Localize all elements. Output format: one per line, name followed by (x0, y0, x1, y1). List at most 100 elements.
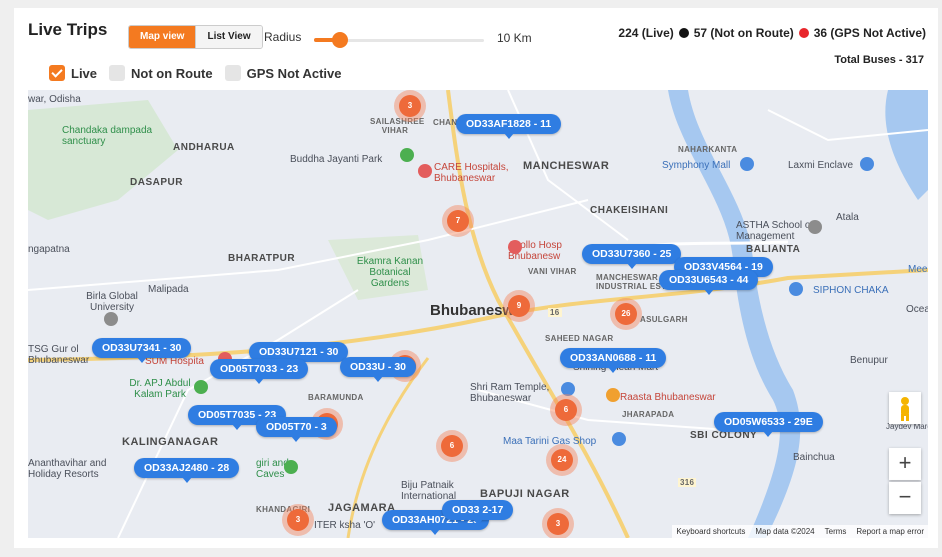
bus-marker[interactable]: OD33AJ2480 - 28 (134, 458, 240, 483)
not-on-route-dot-icon (678, 28, 689, 38)
filter-not-on-route-label: Not on Route (131, 65, 213, 81)
place-label: ASULGARH (640, 315, 688, 324)
live-count: 224 (Live) (618, 26, 674, 40)
bus-marker[interactable]: OD05T70 - 3 (256, 417, 337, 442)
place-label: BALIANTA (746, 244, 801, 255)
place-label: Mee (908, 264, 928, 275)
place-label: war, Odisha (28, 94, 81, 105)
cluster-count: 24 (551, 449, 573, 471)
bus-cluster[interactable]: 24 (546, 444, 578, 476)
bus-cluster[interactable]: 6 (550, 394, 582, 426)
map-view-button[interactable]: Map view (129, 26, 196, 48)
filter-gps-not-active-label: GPS Not Active (246, 65, 342, 81)
place-label: Bainchua (793, 452, 835, 463)
school-pin-icon[interactable] (808, 220, 822, 234)
place-label: VANI VIHAR (528, 267, 577, 276)
place-label: BAPUJI NAGAR (480, 488, 570, 500)
gps-not-active-checkbox-icon[interactable] (224, 65, 241, 81)
page-title: Live Trips (28, 20, 108, 39)
place-label: Ocea (906, 304, 928, 315)
view-toggle: Map view List View (128, 25, 263, 49)
place-label: CHAKEISIHANI (590, 205, 669, 216)
street-view-pegman-icon[interactable] (889, 392, 921, 424)
place-label: DASAPUR (130, 177, 183, 188)
place-label: Benupur (850, 355, 888, 366)
filter-not-on-route[interactable]: Not on Route (109, 65, 213, 81)
place-label: Birla Global University (86, 291, 138, 313)
road (28, 199, 589, 291)
place-label: ANDHARUA (173, 142, 235, 153)
caves-pin-icon[interactable] (284, 460, 298, 474)
gas-pin-icon[interactable] (612, 432, 626, 446)
bus-cluster[interactable]: 3 (394, 90, 426, 122)
river-east (885, 90, 928, 200)
place-pin-icon[interactable] (789, 282, 803, 296)
place-label: BARAMUNDA (308, 393, 364, 402)
map-attribution: Keyboard shortcuts Map data ©2024 Terms … (672, 525, 928, 538)
bus-marker[interactable]: OD33U6543 - 44 (659, 270, 759, 295)
hospital-pin-icon[interactable] (418, 164, 432, 178)
list-view-button[interactable]: List View (195, 26, 262, 48)
place-label: CARE Hospitals, Bhubaneswar (434, 162, 509, 184)
radius-label: Radius (264, 30, 302, 44)
cluster-count: 9 (508, 295, 530, 317)
bus-marker[interactable]: OD33U7360 - 25 (582, 244, 682, 269)
bus-cluster[interactable]: 7 (442, 205, 474, 237)
cluster-count: 6 (555, 399, 577, 421)
radius-value: 10 Km (497, 31, 532, 45)
bus-marker[interactable]: OD33 2-17 (442, 500, 514, 525)
filter-live[interactable]: Live (49, 65, 97, 81)
bus-marker[interactable]: OD33U7341 - 30 (92, 338, 192, 363)
road-shield: 316 (678, 478, 697, 487)
river (668, 90, 801, 538)
place-label: Bhubanesw (430, 302, 515, 319)
bus-cluster[interactable]: 6 (436, 430, 468, 462)
place-label: SIPHON CHAKA (813, 285, 889, 296)
place-label: Ekamra Kanan Botanical Gardens (356, 256, 424, 289)
place-label: NAHARKANTA (678, 145, 738, 154)
bus-marker[interactable]: OD05T7033 - 23 (210, 359, 309, 384)
place-label: Malipada (148, 284, 189, 295)
map-canvas[interactable]: war, Odisha Chandaka dampada sanctuary A… (28, 90, 928, 538)
place-label: Biju Patnaik International (401, 480, 457, 502)
place-label: ITER ksha 'O' (314, 520, 376, 531)
bus-marker[interactable]: OD05W6533 - 29E (714, 412, 823, 437)
place-label: SAHEED NAGAR (545, 334, 614, 343)
gps-not-active-count: 36 (GPS Not Active) (813, 26, 926, 40)
forest-area (28, 100, 178, 220)
hospital-pin-icon[interactable] (508, 240, 522, 254)
bus-cluster[interactable]: 9 (503, 290, 535, 322)
place-label: Maa Tarini Gas Shop (503, 436, 597, 447)
place-label: Dr. APJ Abdul Kalam Park (129, 378, 191, 400)
bus-cluster[interactable]: 3 (282, 504, 314, 536)
place-label: Buddha Jayanti Park (290, 154, 383, 165)
place-label: Ananthavihar and Holiday Resorts (28, 458, 107, 480)
place-label: MANCHESWAR (523, 160, 610, 172)
radius-slider-thumb[interactable] (331, 32, 348, 48)
mall-pin-icon[interactable] (740, 157, 754, 171)
live-checkbox-icon[interactable] (49, 65, 65, 81)
bus-cluster[interactable]: 26 (610, 298, 642, 330)
cluster-count: 7 (447, 210, 469, 232)
filter-gps-not-active[interactable]: GPS Not Active (224, 65, 342, 81)
zoom-in-button[interactable]: + (889, 448, 921, 480)
bus-marker[interactable]: OD33AF1828 - 11 (456, 114, 562, 139)
place-label: Raasta Bhubaneswar (620, 392, 716, 403)
keyboard-shortcuts-link[interactable]: Keyboard shortcuts (676, 527, 745, 536)
park-pin-icon[interactable] (194, 380, 208, 394)
bus-cluster[interactable]: 3 (542, 508, 574, 538)
place-label: Atala (836, 212, 859, 223)
place-label: BHARATPUR (228, 253, 296, 264)
zoom-out-button[interactable]: − (889, 482, 921, 514)
bus-marker[interactable]: OD33AN0688 - 11 (560, 348, 667, 373)
university-pin-icon[interactable] (104, 312, 118, 326)
bus-marker[interactable]: OD33U - 30 (340, 357, 417, 382)
place-pin-icon[interactable] (860, 157, 874, 171)
cluster-count: 3 (547, 513, 569, 535)
terms-link[interactable]: Terms (825, 527, 847, 536)
restaurant-pin-icon[interactable] (606, 388, 620, 402)
not-on-route-checkbox-icon[interactable] (109, 65, 126, 81)
park-pin-icon[interactable] (400, 148, 414, 162)
report-map-error-link[interactable]: Report a map error (856, 527, 924, 536)
total-buses: Total Buses - 317 (834, 54, 924, 66)
